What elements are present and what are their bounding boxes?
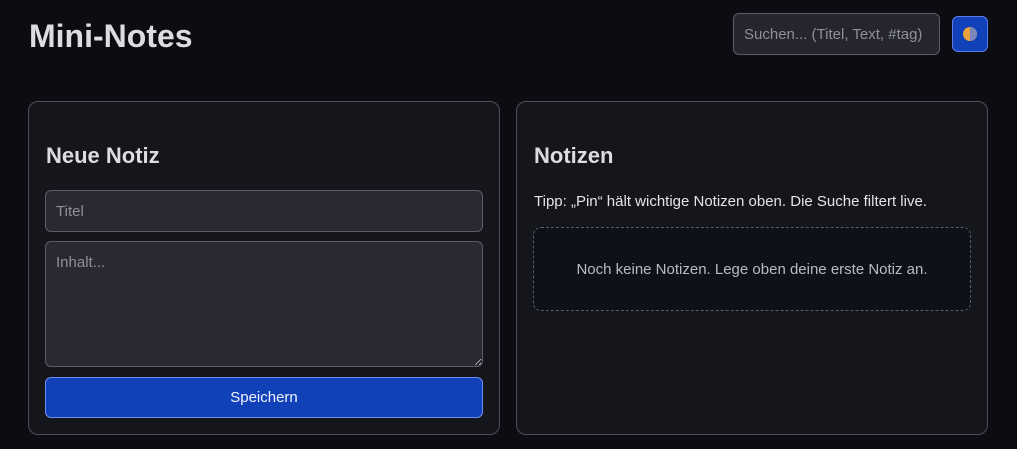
save-button[interactable]: Speichern (45, 377, 483, 418)
empty-notes-message: Noch keine Notizen. Lege oben deine erst… (576, 260, 928, 278)
tip-text: Tipp: „Pin“ hält wichtige Notizen oben. … (534, 193, 927, 210)
notes-heading: Notizen (534, 143, 614, 168)
theme-toggle-button[interactable] (952, 16, 988, 52)
note-title-input[interactable] (45, 190, 483, 232)
note-content-textarea[interactable] (45, 241, 483, 367)
empty-notes-box: Noch keine Notizen. Lege oben deine erst… (533, 227, 971, 311)
new-note-heading: Neue Notiz (46, 143, 160, 168)
app-title: Mini-Notes (29, 18, 193, 54)
notes-card: Notizen Tipp: „Pin“ hält wichtige Notize… (516, 101, 988, 435)
half-moon-icon (963, 27, 977, 41)
new-note-card: Neue Notiz Speichern (28, 101, 500, 435)
search-input[interactable] (733, 13, 940, 55)
